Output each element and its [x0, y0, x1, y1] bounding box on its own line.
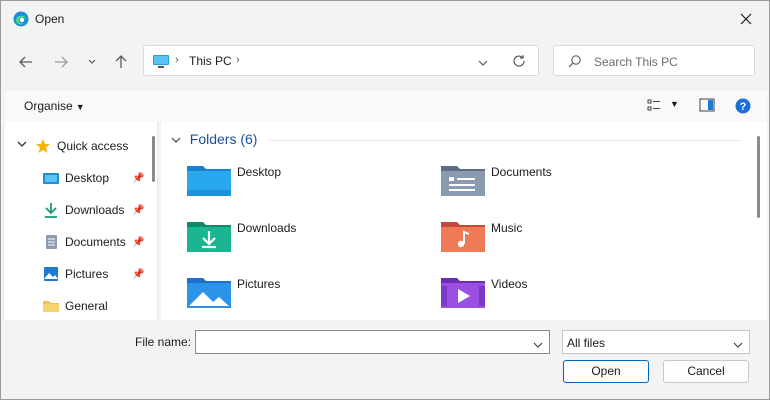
window-title: Open	[35, 12, 65, 26]
group-title: Folders (6)	[189, 131, 258, 147]
breadcrumb-separator-icon: ›	[175, 54, 179, 66]
breadcrumb-separator-icon[interactable]: ›	[236, 54, 240, 66]
sidebar-item-label: Desktop	[65, 171, 110, 185]
pictures-folder-icon	[187, 274, 231, 313]
forward-button[interactable]	[50, 52, 72, 72]
content-scrollbar[interactable]	[757, 136, 760, 218]
pictures-icon	[43, 266, 59, 282]
pin-icon: 📌	[132, 269, 145, 280]
address-bar[interactable]: › This PC ›	[143, 45, 539, 76]
folders-group-header[interactable]: Folders (6)	[171, 131, 257, 147]
close-button[interactable]	[723, 1, 769, 37]
download-icon	[43, 202, 59, 218]
refresh-icon	[513, 55, 525, 67]
star-icon	[35, 138, 51, 154]
sidebar-item-label: Quick access	[57, 139, 129, 153]
desktop-folder-icon	[187, 162, 231, 201]
sidebar-item-label: Documents	[65, 235, 126, 249]
chevron-down-icon	[533, 342, 543, 348]
folder-item-pictures[interactable]: Pictures	[187, 274, 427, 318]
caret-down-icon: ▼	[75, 102, 85, 112]
chevron-down-icon	[88, 59, 96, 64]
file-name-input[interactable]	[195, 330, 550, 354]
navigation-pane: Quick access Desktop 📌 Downloads 📌 Docum…	[5, 122, 158, 320]
sidebar-item-label: Downloads	[65, 203, 125, 217]
sidebar-scrollbar[interactable]	[152, 136, 155, 182]
sidebar-item-documents[interactable]: Documents	[43, 230, 126, 254]
videos-folder-icon	[441, 274, 485, 313]
edge-icon	[13, 11, 29, 27]
folder-name: Documents	[491, 165, 552, 179]
sidebar-item-desktop[interactable]: Desktop	[43, 166, 109, 190]
view-options-caret-icon[interactable]: ▼	[670, 99, 679, 109]
arrow-right-icon	[55, 56, 68, 68]
file-type-value: All files	[567, 336, 606, 350]
expand-chevron-icon[interactable]	[17, 140, 27, 151]
folder-name: Pictures	[237, 277, 281, 291]
chevron-down-icon	[478, 60, 488, 66]
folder-item-downloads[interactable]: Downloads	[187, 218, 427, 262]
sidebar-item-label: General	[65, 299, 108, 313]
preview-pane-button[interactable]	[699, 98, 715, 115]
sidebar-item-downloads[interactable]: Downloads	[43, 198, 124, 222]
document-icon	[43, 234, 59, 250]
command-bar: Organise ▼ ▼ ?	[5, 89, 767, 123]
arrow-left-icon	[19, 56, 32, 68]
cancel-button[interactable]: Cancel	[663, 360, 749, 383]
chevron-down-icon	[733, 337, 743, 351]
refresh-button[interactable]	[512, 54, 526, 71]
music-folder-icon	[441, 218, 485, 257]
view-list-icon	[647, 99, 660, 111]
folder-name: Desktop	[237, 165, 282, 179]
recent-locations-button[interactable]	[81, 52, 103, 72]
file-list: Folders (6) Desktop Documents Downloads	[161, 122, 767, 320]
folder-name: Videos	[491, 277, 528, 291]
sidebar-item-label: Pictures	[65, 267, 109, 281]
search-icon	[568, 54, 582, 71]
folder-item-documents[interactable]: Documents	[441, 162, 681, 206]
folder-item-videos[interactable]: Videos	[441, 274, 681, 318]
back-button[interactable]	[15, 52, 37, 72]
collapse-chevron-icon	[171, 136, 184, 147]
file-name-label: File name:	[135, 335, 192, 349]
downloads-folder-icon	[187, 218, 231, 257]
title-bar: Open	[1, 1, 769, 37]
help-icon: ?	[735, 98, 751, 114]
folder-item-desktop[interactable]: Desktop	[187, 162, 427, 206]
open-dialog: Open › This PC › Search This PC Organise…	[0, 0, 770, 400]
documents-folder-icon	[441, 162, 485, 201]
this-pc-icon	[152, 54, 170, 72]
file-name-dropdown-button[interactable]	[533, 337, 543, 351]
pin-icon: 📌	[132, 173, 145, 184]
file-type-select[interactable]: All files	[562, 330, 750, 354]
organise-button[interactable]: Organise ▼	[24, 99, 85, 113]
help-button[interactable]: ?	[735, 98, 751, 117]
open-button[interactable]: Open	[563, 360, 649, 383]
folder-icon	[43, 298, 59, 314]
arrow-up-icon	[115, 55, 127, 68]
pin-icon: 📌	[132, 237, 145, 248]
up-button[interactable]	[110, 52, 132, 72]
folder-name: Downloads	[237, 221, 297, 235]
folder-item-music[interactable]: Music	[441, 218, 681, 262]
search-input[interactable]: Search This PC	[553, 45, 755, 76]
address-dropdown-button[interactable]	[478, 55, 488, 69]
folder-name: Music	[491, 221, 523, 235]
preview-pane-icon	[699, 98, 715, 112]
close-icon	[740, 13, 752, 25]
search-placeholder: Search This PC	[594, 55, 678, 69]
breadcrumb-this-pc[interactable]: This PC	[189, 54, 232, 68]
pin-icon: 📌	[132, 205, 145, 216]
desktop-folder-icon	[43, 170, 59, 186]
change-view-button[interactable]	[647, 99, 661, 114]
sidebar-item-general[interactable]: General	[43, 294, 108, 318]
organise-label: Organise	[24, 99, 73, 113]
svg-text:?: ?	[740, 101, 747, 113]
group-divider	[269, 140, 741, 141]
dialog-footer: File name: All files Open Cancel	[1, 321, 769, 399]
sidebar-item-quick-access[interactable]: Quick access	[35, 134, 128, 158]
sidebar-item-pictures[interactable]: Pictures	[43, 262, 108, 286]
